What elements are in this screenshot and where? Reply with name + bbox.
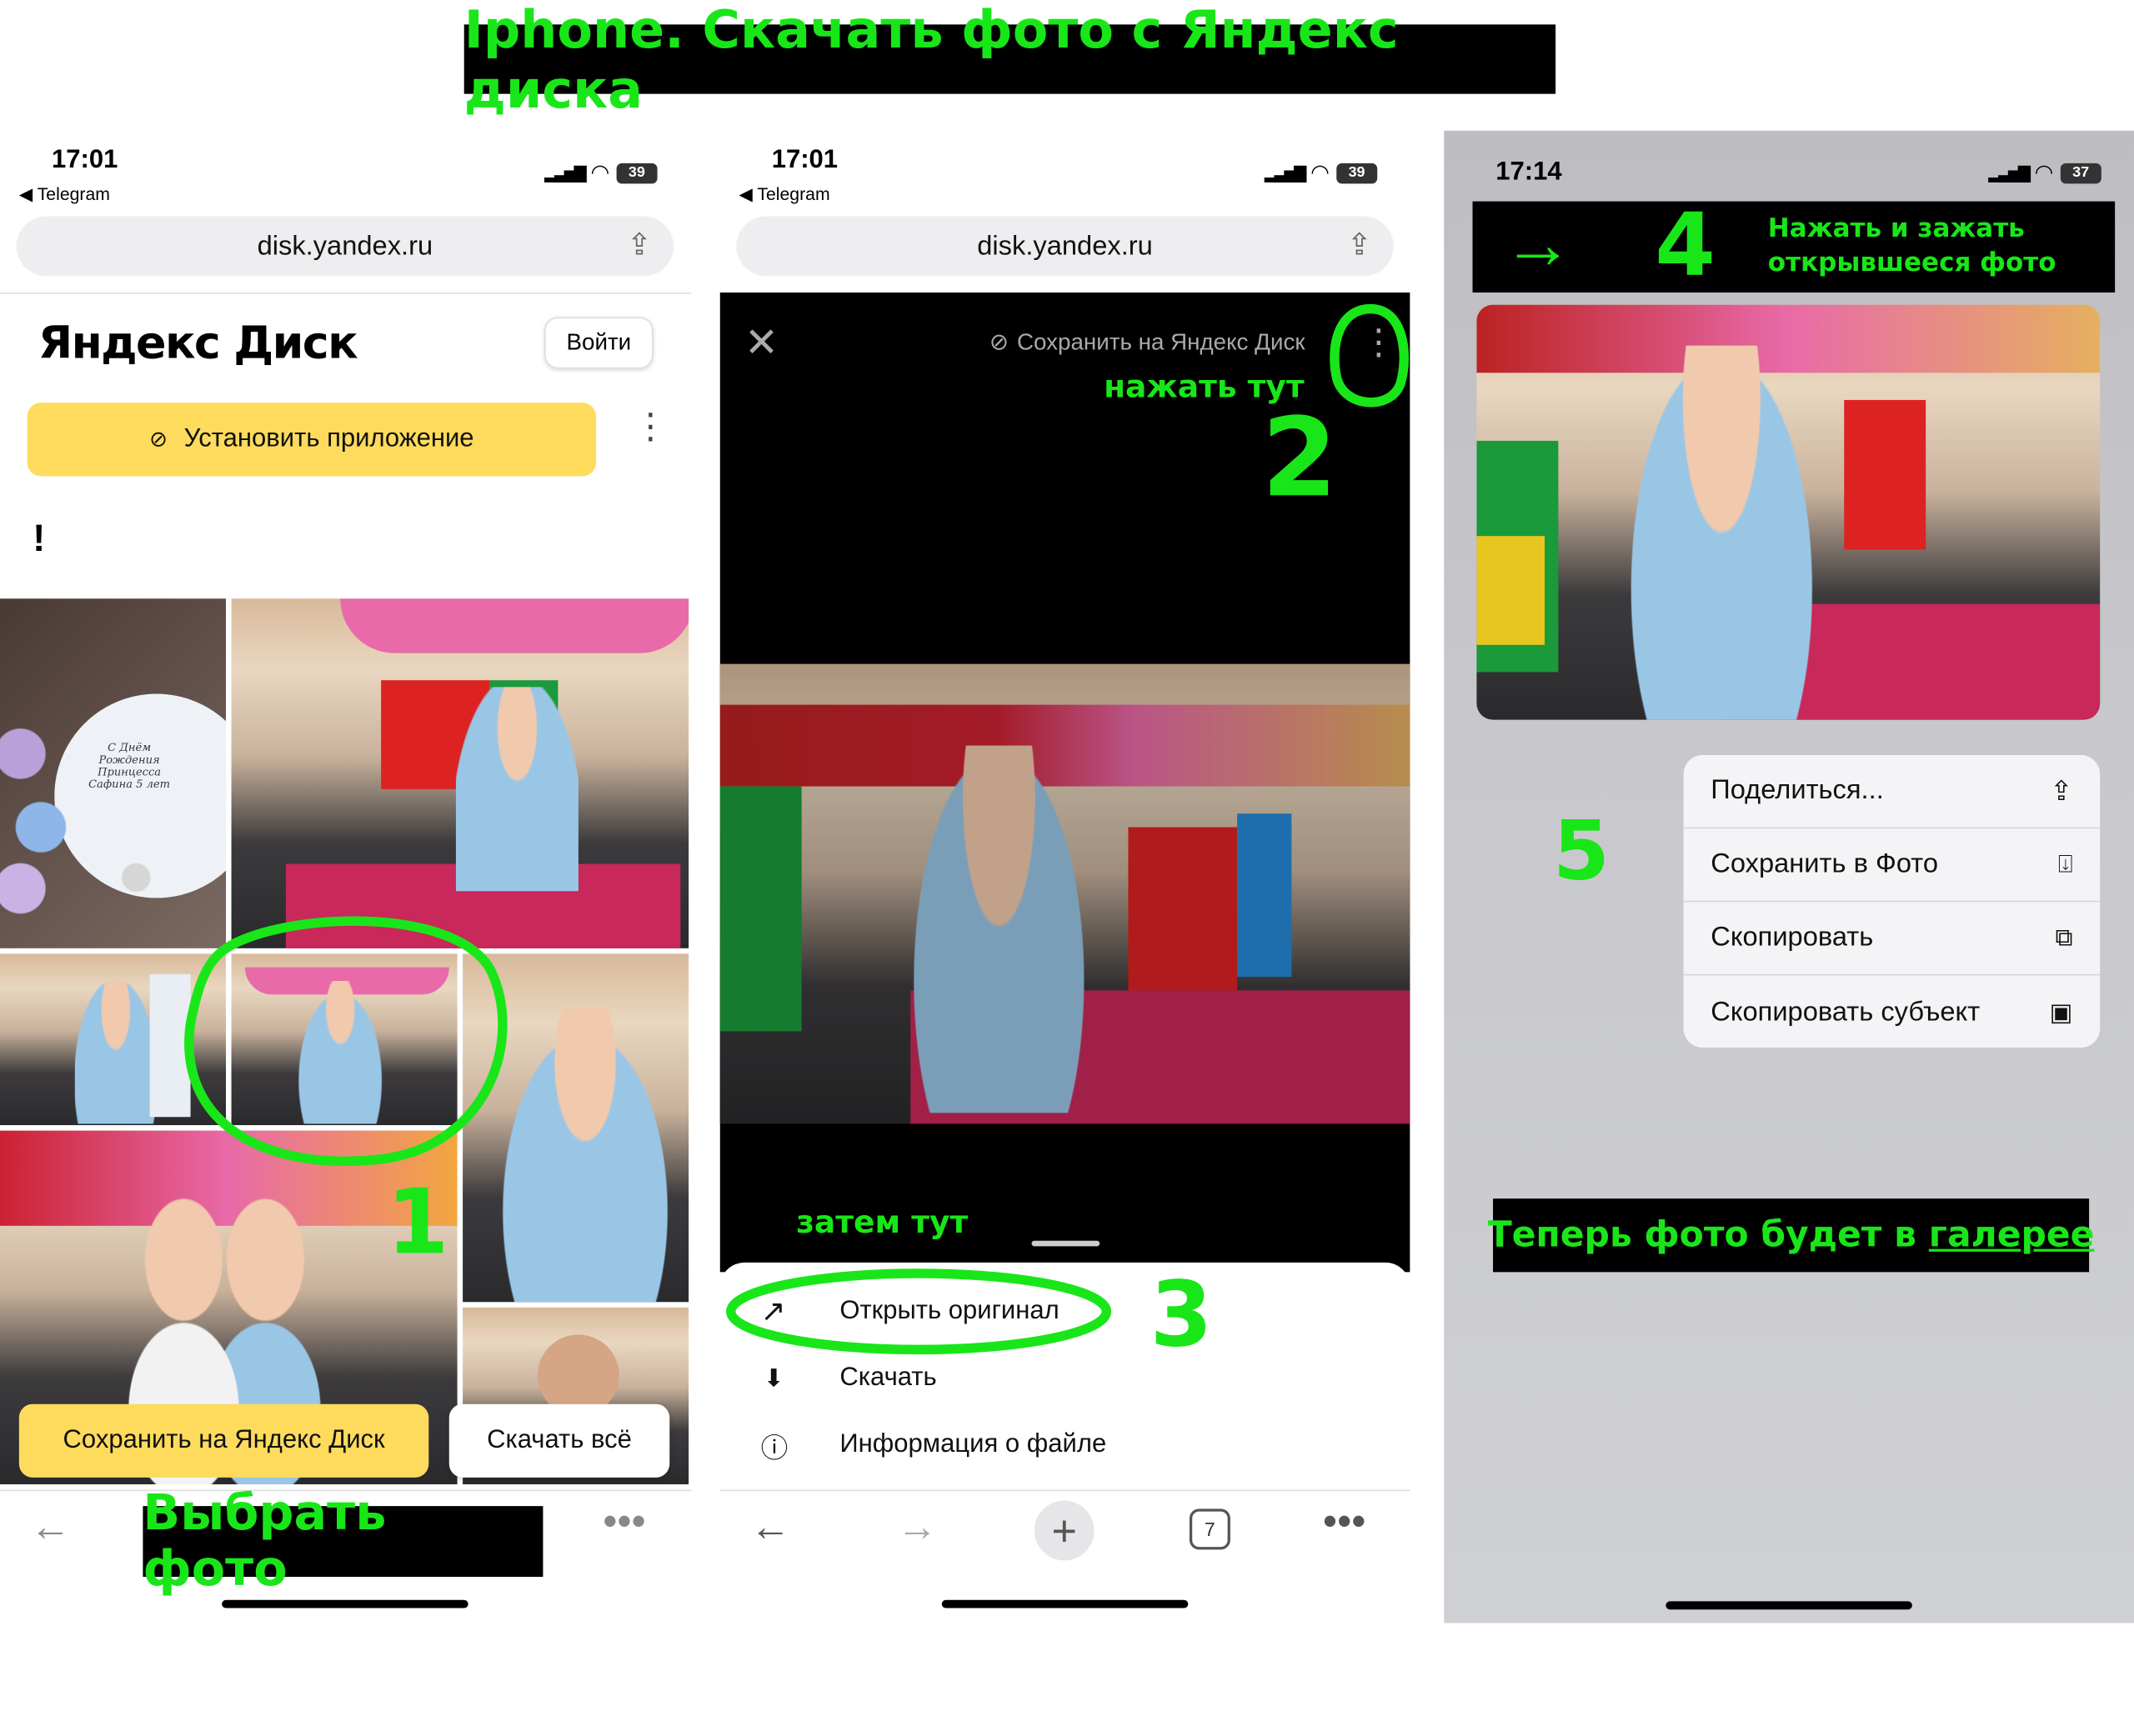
photo-thumb[interactable]: С Днём Рождения Принцесса Сафина 5 лет (0, 598, 227, 948)
wifi-icon: ◠ (1310, 162, 1330, 186)
step-2-label: 2 (1261, 394, 1338, 522)
close-icon[interactable]: ✕ (744, 320, 779, 368)
url-bar[interactable]: disk.yandex.ru ⇪ (736, 216, 1394, 277)
more-horizontal-icon[interactable]: ••• (1323, 1499, 1365, 1546)
download-icon: ⬇ (763, 1363, 784, 1392)
menu-copy-subject-label: Скопировать субъект (1711, 996, 1981, 1027)
home-indicator (941, 1599, 1189, 1608)
status-time: 17:14 (1495, 158, 1562, 187)
result-banner: Теперь фото будет в галерее (1488, 1198, 2094, 1273)
file-info-item[interactable]: ⓘ Информация о файле (720, 1418, 1400, 1472)
signal-icon: ▂▃▅▇ (1264, 163, 1306, 183)
panel-3: 17:14 ▂▃▅▇ ◠ 37 → 4 Нажать и зажать откр… (1444, 130, 2134, 1623)
open-original-highlight (726, 1268, 1112, 1355)
status-icons: ▂▃▅▇ ◠ 37 (1988, 159, 2101, 187)
back-arrow-icon[interactable]: ← (750, 1504, 791, 1551)
signal-icon: ▂▃▅▇ (1988, 163, 2030, 183)
status-icons: ▂▃▅▇ ◠ 39 (544, 159, 658, 187)
back-arrow-icon[interactable]: ← (30, 1504, 71, 1551)
new-tab-plus-icon[interactable]: + (1034, 1500, 1095, 1561)
download-all-button[interactable]: Скачать всё (448, 1403, 670, 1478)
file-info-label: Информация о файле (839, 1429, 1107, 1458)
battery-icon: 39 (616, 163, 658, 183)
login-button[interactable]: Войти (544, 317, 654, 369)
status-time: 17:01 (52, 145, 118, 174)
install-app-label: Установить приложение (183, 424, 474, 453)
folder-title: ! (33, 517, 46, 559)
status-time: 17:01 (771, 145, 839, 174)
more-vertical-icon[interactable]: ⋮ (633, 408, 668, 443)
back-to-telegram[interactable]: ◀ Telegram (19, 183, 110, 205)
result-text: Теперь фото будет в (1487, 1214, 1929, 1256)
panel-1: 17:01 ◀ Telegram ▂▃▅▇ ◠ 39 disk.yandex.r… (0, 122, 692, 1633)
signal-icon: ▂▃▅▇ (544, 163, 586, 183)
photo-thumb[interactable] (231, 598, 689, 948)
caption-select-photo: Выбрать фото (143, 1486, 544, 1597)
info-icon: ⓘ (760, 1433, 789, 1463)
url-text: disk.yandex.ru (977, 230, 1153, 261)
yandex-disk-logo: Яндекс Диск (38, 315, 358, 369)
context-menu: Поделиться... ⇪ Сохранить в Фото ⍗ Скопиро… (1683, 755, 2101, 1048)
more-horizontal-icon[interactable]: ••• (603, 1499, 645, 1546)
battery-icon: 39 (1336, 163, 1378, 183)
tap-highlight (1330, 303, 1409, 408)
hint-then-here: затем тут (796, 1205, 969, 1241)
step-4-label: 4 (1655, 196, 1716, 297)
step-1-label: 1 (386, 1169, 449, 1275)
menu-save-label: Сохранить в Фото (1711, 848, 1939, 879)
right-arrow-icon: → (1502, 205, 1574, 285)
wifi-icon: ◠ (590, 162, 610, 186)
tutorial-canvas: Iphone. Скачать фото с Яндекс диска 17:0… (0, 0, 2134, 1736)
menu-share-label: Поделиться... (1711, 775, 1884, 806)
page-title: Iphone. Скачать фото с Яндекс диска (463, 0, 1556, 119)
menu-copy-subject[interactable]: Скопировать субъект ▣ (1684, 975, 2101, 1048)
wifi-icon: ◠ (2034, 162, 2054, 186)
disk-logo-icon: ⊘ (989, 329, 1009, 356)
status-icons: ▂▃▅▇ ◠ 39 (1264, 159, 1378, 187)
menu-copy[interactable]: Скопировать ⧉ (1683, 902, 2101, 976)
back-to-telegram[interactable]: ◀ Telegram (739, 183, 830, 205)
subject-icon: ▣ (2049, 998, 2073, 1026)
url-bar[interactable]: disk.yandex.ru ⇪ (16, 216, 674, 277)
opened-photo[interactable] (719, 663, 1410, 1124)
home-indicator (222, 1599, 468, 1608)
save-to-disk-label: Сохранить на Яндекс Диск (1016, 329, 1305, 356)
forward-arrow-icon[interactable]: → (897, 1504, 938, 1551)
save-to-disk-link[interactable]: ⊘ Сохранить на Яндекс Диск (989, 329, 1305, 357)
card-text: С Днём Рождения Принцесса Сафина 5 лет (88, 741, 171, 791)
menu-copy-label: Скопировать (1711, 922, 1874, 953)
share-icon: ⇪ (2050, 777, 2073, 808)
copy-icon: ⧉ (2055, 923, 2073, 952)
step-5-label: 5 (1552, 803, 1611, 900)
selection-highlight (184, 916, 508, 1167)
hint-press-hold: Нажать и зажать открывшееся фото (1767, 213, 2056, 278)
sheet-grabber[interactable] (1031, 1240, 1100, 1247)
share-icon[interactable]: ⇪ (627, 228, 652, 263)
home-indicator (1666, 1601, 1912, 1610)
gallery-link[interactable]: галерее (1929, 1215, 2095, 1256)
panel-2: 17:01 ◀ Telegram ▂▃▅▇ ◠ 39 disk.yandex.r… (719, 122, 1410, 1633)
save-download-icon: ⍗ (2057, 850, 2073, 878)
download-label: Скачать (839, 1363, 937, 1392)
step-3-label: 3 (1150, 1262, 1213, 1368)
hint-banner: → 4 Нажать и зажать открывшееся фото (1472, 198, 2116, 294)
pressed-photo[interactable] (1476, 304, 2101, 720)
battery-icon: 37 (2060, 163, 2101, 183)
menu-share[interactable]: Поделиться... ⇪ (1683, 755, 2101, 829)
tabs-count-button[interactable]: 7 (1189, 1508, 1230, 1550)
save-to-disk-button[interactable]: Сохранить на Яндекс Диск (18, 1403, 429, 1478)
share-icon[interactable]: ⇪ (1347, 228, 1372, 263)
disk-logo-icon: ⊘ (149, 428, 168, 452)
install-app-button[interactable]: ⊘ Установить приложение (27, 403, 597, 477)
menu-save-to-photos[interactable]: Сохранить в Фото ⍗ (1683, 828, 2101, 903)
url-text: disk.yandex.ru (257, 230, 433, 261)
